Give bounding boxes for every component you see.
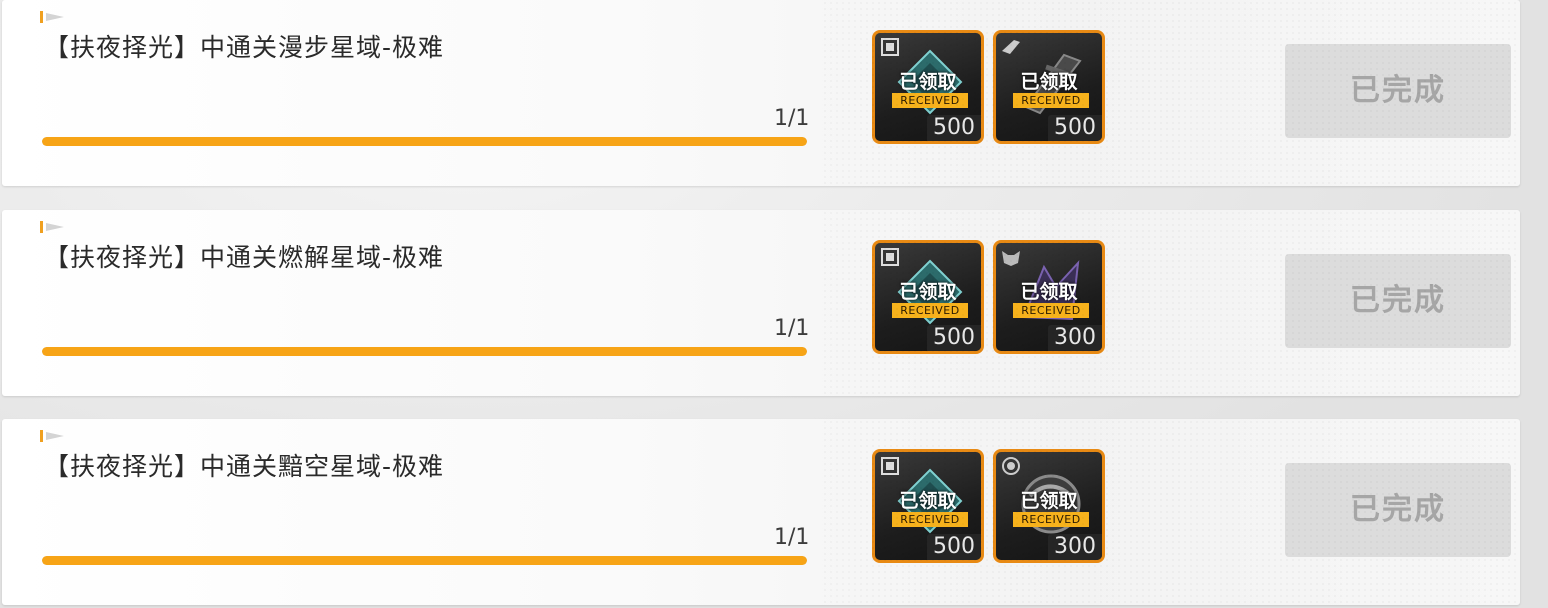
flag-icon bbox=[40, 221, 68, 233]
reward-amount: 500 bbox=[927, 534, 981, 560]
flag-icon bbox=[40, 430, 68, 442]
received-badge: RECEIVED bbox=[892, 93, 968, 108]
received-badge: RECEIVED bbox=[892, 512, 968, 527]
reward-item[interactable]: 已领取 RECEIVED 500 bbox=[872, 240, 984, 354]
received-badge: RECEIVED bbox=[1013, 93, 1089, 108]
progress-count: 1/1 bbox=[774, 525, 810, 550]
received-badge: RECEIVED bbox=[1013, 512, 1089, 527]
reward-amount: 300 bbox=[1048, 325, 1102, 351]
claimed-label: 已领取 bbox=[1020, 490, 1078, 512]
completed-button[interactable]: 已完成 bbox=[1285, 44, 1511, 138]
claimed-label: 已领取 bbox=[899, 281, 957, 303]
quest-card: 【扶夜择光】中通关燃解星域-极难 1/1 已领取 RECEIVED 500 已领… bbox=[2, 210, 1520, 396]
quest-title: 【扶夜择光】中通关漫步星域-极难 bbox=[44, 33, 445, 62]
received-badge: RECEIVED bbox=[1013, 303, 1089, 318]
reward-item[interactable]: 已领取 RECEIVED 500 bbox=[872, 30, 984, 144]
reward-item[interactable]: 已领取 RECEIVED 300 bbox=[993, 240, 1105, 354]
reward-item[interactable]: 已领取 RECEIVED 500 bbox=[872, 449, 984, 563]
progress-bar bbox=[42, 347, 807, 356]
quest-list: 【扶夜择光】中通关漫步星域-极难 1/1 已领取 RECEIVED 500 已领… bbox=[0, 0, 1548, 608]
claimed-label: 已领取 bbox=[899, 490, 957, 512]
reward-amount: 500 bbox=[1048, 115, 1102, 141]
claimed-label: 已领取 bbox=[1020, 281, 1078, 303]
quest-card: 【扶夜择光】中通关黯空星域-极难 1/1 已领取 RECEIVED 500 已领… bbox=[2, 419, 1520, 605]
reward-amount: 500 bbox=[927, 115, 981, 141]
claimed-label: 已领取 bbox=[1020, 71, 1078, 93]
quest-card: 【扶夜择光】中通关漫步星域-极难 1/1 已领取 RECEIVED 500 已领… bbox=[2, 0, 1520, 186]
reward-item[interactable]: 已领取 RECEIVED 300 bbox=[993, 449, 1105, 563]
reward-amount: 300 bbox=[1048, 534, 1102, 560]
progress-bar-fill bbox=[42, 556, 807, 565]
progress-count: 1/1 bbox=[774, 316, 810, 341]
completed-button[interactable]: 已完成 bbox=[1285, 254, 1511, 348]
claimed-label: 已领取 bbox=[899, 71, 957, 93]
progress-bar-fill bbox=[42, 347, 807, 356]
quest-title: 【扶夜择光】中通关燃解星域-极难 bbox=[44, 243, 445, 272]
received-badge: RECEIVED bbox=[892, 303, 968, 318]
flag-icon bbox=[40, 11, 68, 23]
reward-amount: 500 bbox=[927, 325, 981, 351]
reward-item[interactable]: 已领取 RECEIVED 500 bbox=[993, 30, 1105, 144]
completed-button[interactable]: 已完成 bbox=[1285, 463, 1511, 557]
quest-title: 【扶夜择光】中通关黯空星域-极难 bbox=[44, 452, 445, 481]
progress-bar bbox=[42, 137, 807, 146]
progress-count: 1/1 bbox=[774, 106, 810, 131]
progress-bar-fill bbox=[42, 137, 807, 146]
progress-bar bbox=[42, 556, 807, 565]
